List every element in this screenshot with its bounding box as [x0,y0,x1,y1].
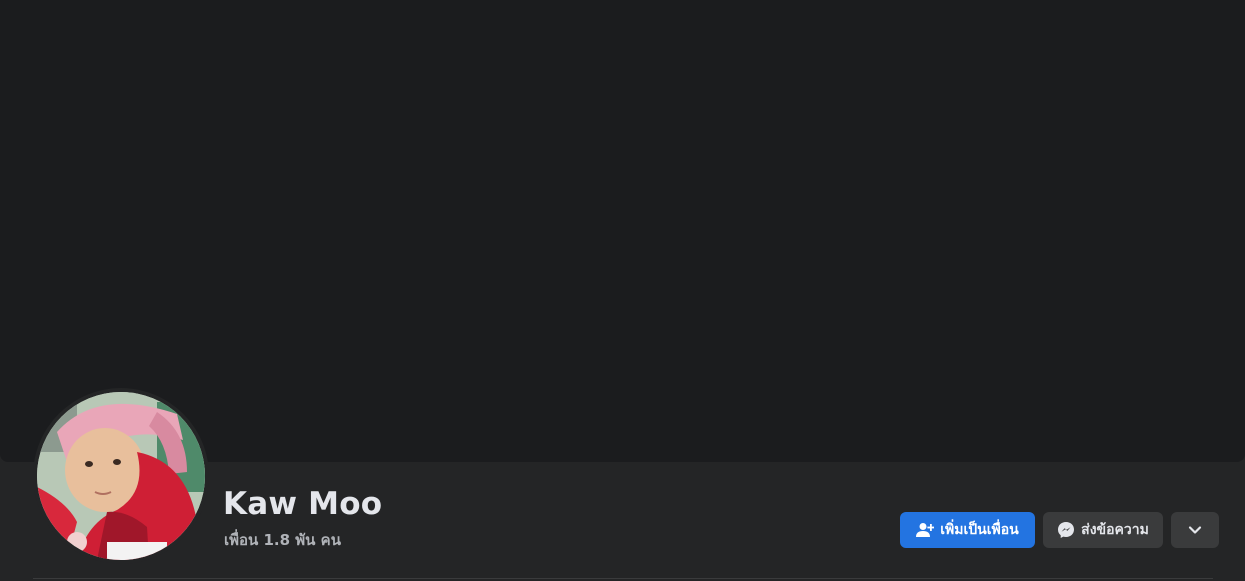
profile-photo-image [37,392,205,560]
more-options-button[interactable] [1171,512,1219,548]
add-friend-icon [916,522,935,538]
add-friend-label: เพิ่มเป็นเพื่อน [940,522,1019,538]
profile-header: Kaw Moo เพื่อน 1.8 พัน คน เพิ่มเป็นเพื่อ… [0,0,1245,581]
profile-picture-frame [33,388,209,564]
profile-name: Kaw Moo [223,486,383,522]
add-friend-button[interactable]: เพิ่มเป็นเพื่อน [900,512,1035,548]
send-message-button[interactable]: ส่งข้อความ [1043,512,1163,548]
header-divider [33,578,1213,579]
messenger-icon [1057,521,1075,539]
send-message-label: ส่งข้อความ [1081,522,1149,538]
profile-picture[interactable] [37,392,205,560]
cover-photo[interactable] [0,0,1245,462]
friend-count[interactable]: เพื่อน 1.8 พัน คน [224,528,341,552]
chevron-down-icon [1188,525,1202,535]
